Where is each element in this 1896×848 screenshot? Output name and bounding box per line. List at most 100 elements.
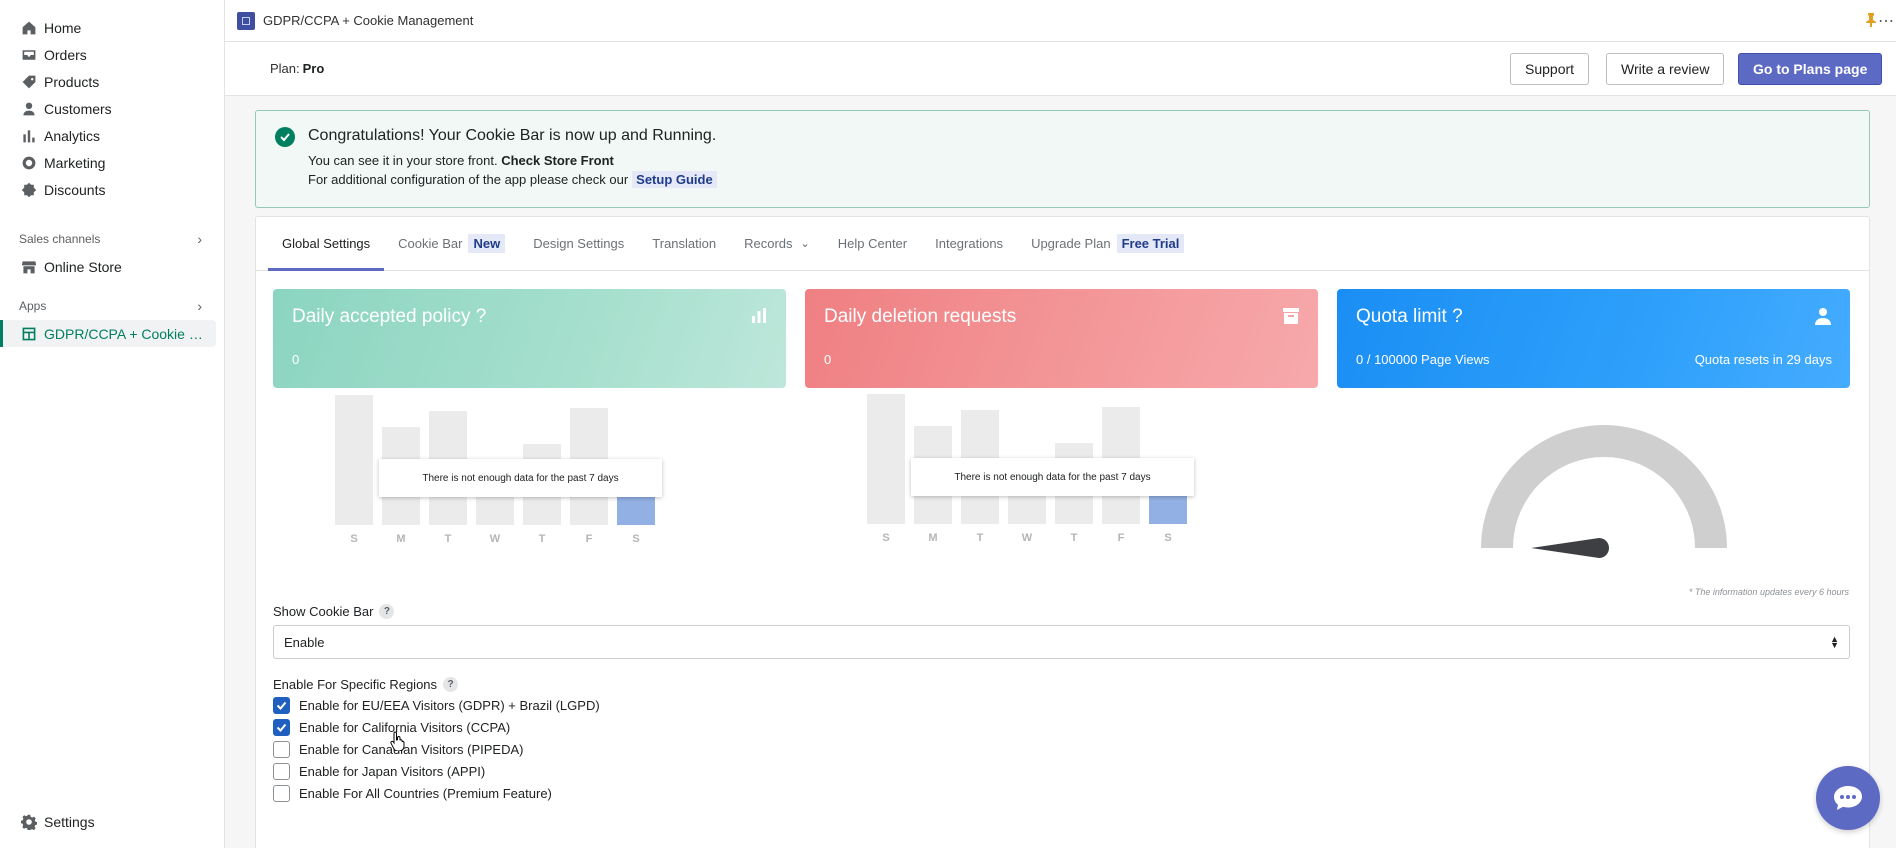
sidebar-item-orders[interactable]: Orders — [0, 41, 224, 68]
tab-help-center[interactable]: Help Center — [824, 216, 921, 270]
tab-label: Translation — [652, 235, 717, 251]
gauge-needle — [1531, 538, 1609, 558]
sidebar-item-label: GDPR/CCPA + Cookie Ma... — [44, 325, 214, 342]
region-label: Enable For All Countries (Premium Featur… — [299, 786, 552, 801]
chart-day-label: F — [585, 533, 593, 545]
chat-button[interactable] — [1816, 766, 1880, 830]
chart-day-label: T — [1070, 532, 1078, 544]
sidebar-item-settings[interactable]: Settings — [0, 808, 95, 835]
tab-cookie-bar[interactable]: Cookie Bar New — [384, 216, 519, 270]
chart-day-label: S — [882, 532, 890, 544]
go-to-plans-button[interactable]: Go to Plans page — [1738, 53, 1883, 85]
field-label-text: Enable For Specific Regions — [273, 677, 438, 692]
sidebar-item-label: Settings — [44, 813, 95, 830]
tab-design-settings[interactable]: Design Settings — [519, 216, 638, 270]
region-label: Enable for Japan Visitors (APPI) — [299, 764, 486, 779]
discount-icon — [20, 181, 38, 199]
chart-bar — [335, 395, 373, 525]
plan-bar: Plan: Pro Support Write a review Go to P… — [225, 42, 1896, 96]
tab-label: Records — [744, 235, 793, 251]
sidebar-item-online-store[interactable]: Online Store — [0, 253, 224, 280]
help-icon[interactable]: ? — [379, 604, 395, 619]
sidebar-item-analytics[interactable]: Analytics — [0, 122, 224, 149]
success-banner: Congratulations! Your Cookie Bar is now … — [255, 110, 1870, 208]
chart-day-label: T — [976, 532, 984, 544]
regions-label: Enable For Specific Regions ? — [273, 677, 459, 692]
sidebar-section-sales-channels[interactable]: Sales channels › — [0, 229, 224, 249]
bar-chart-icon — [20, 127, 38, 145]
setup-guide-link[interactable]: Setup Guide — [632, 171, 717, 188]
sidebar-item-label: Orders — [44, 46, 87, 63]
tab-records[interactable]: Records ⌄ — [730, 216, 824, 270]
sidebar-item-discounts[interactable]: Discounts — [0, 176, 224, 203]
region-checkbox[interactable] — [273, 741, 290, 758]
region-checkbox[interactable] — [273, 763, 290, 780]
chart-day-label: W — [489, 533, 501, 545]
archive-icon — [1283, 308, 1299, 324]
store-icon — [20, 258, 38, 276]
more-options-icon[interactable]: ⋯ — [1878, 11, 1894, 31]
chart-day-label: F — [1117, 532, 1125, 544]
settings-card: Global Settings Cookie Bar New Design Set… — [255, 216, 1870, 848]
region-label: Enable for Canadian Visitors (PIPEDA) — [299, 742, 524, 757]
region-checkbox[interactable] — [273, 719, 290, 736]
sidebar-section-label: Sales channels — [19, 232, 101, 246]
help-icon[interactable]: ? — [443, 677, 459, 692]
tab-translation[interactable]: Translation — [638, 216, 730, 270]
sidebar-item-marketing[interactable]: Marketing — [0, 149, 224, 176]
banner-line-1-text: You can see it in your store front. — [308, 153, 498, 168]
app-title: GDPR/CCPA + Cookie Management — [263, 13, 474, 28]
tab-global-settings[interactable]: Global Settings — [268, 216, 385, 271]
checkmark-circle-icon — [275, 127, 295, 147]
bar-chart-icon — [752, 308, 766, 323]
stat-title: Daily deletion requests — [824, 306, 1017, 327]
hand-cursor-icon — [390, 731, 405, 751]
chart-day-label: W — [1021, 532, 1033, 544]
write-review-button[interactable]: Write a review — [1606, 53, 1725, 85]
pin-icon[interactable] — [1866, 13, 1876, 27]
settings-tabs: Global Settings Cookie Bar New Design Set… — [256, 217, 1869, 271]
main-content: Congratulations! Your Cookie Bar is now … — [255, 110, 1870, 848]
sidebar-section-apps[interactable]: Apps › — [0, 296, 224, 316]
person-icon — [20, 100, 38, 118]
check-store-front-link[interactable]: Check Store Front — [501, 153, 614, 168]
region-label: Enable for EU/EEA Visitors (GDPR) + Braz… — [299, 698, 600, 713]
region-checkbox-row[interactable]: Enable For All Countries (Premium Featur… — [273, 785, 552, 802]
region-checkbox[interactable] — [273, 785, 290, 802]
quota-reset-text: Quota resets in 29 days — [1694, 352, 1832, 367]
sidebar-item-label: Customers — [44, 100, 112, 117]
region-checkbox[interactable] — [273, 697, 290, 714]
sidebar-item-products[interactable]: Products — [0, 68, 224, 95]
stat-value: 0 — [292, 352, 300, 367]
tab-label: Cookie Bar — [398, 235, 463, 251]
show-cookie-bar-label: Show Cookie Bar ? — [273, 604, 395, 619]
region-checkbox-row[interactable]: Enable for Japan Visitors (APPI) — [273, 763, 485, 780]
orders-icon — [20, 46, 38, 64]
region-checkbox-row[interactable]: Enable for EU/EEA Visitors (GDPR) + Braz… — [273, 697, 600, 714]
chart-day-label: T — [538, 533, 546, 545]
gauge-arc — [1481, 425, 1727, 548]
gear-icon — [20, 813, 38, 831]
chevron-down-icon: ⌄ — [800, 237, 810, 250]
banner-line-2-text: For additional configuration of the app … — [308, 172, 629, 187]
checkmark-icon — [276, 723, 287, 732]
free-trial-badge: Free Trial — [1116, 233, 1185, 253]
chart-bar — [867, 394, 905, 524]
sidebar-item-home[interactable]: Home — [0, 14, 224, 41]
app-icon — [20, 325, 38, 343]
chevron-right-icon: › — [197, 231, 202, 247]
sidebar-item-customers[interactable]: Customers — [0, 95, 224, 122]
tab-upgrade-plan[interactable]: Upgrade Plan Free Trial — [1017, 216, 1198, 270]
support-button[interactable]: Support — [1510, 53, 1590, 85]
tab-label: Global Settings — [282, 235, 371, 251]
show-cookie-bar-select[interactable]: Enable ▲ ▼ — [273, 625, 1850, 659]
info-update-note: * The information updates every 6 hours — [1688, 587, 1849, 597]
daily-deletion-card: Daily deletion requests 0 — [805, 289, 1318, 388]
sidebar-item-gdpr-app[interactable]: GDPR/CCPA + Cookie Ma... — [0, 320, 216, 347]
quota-gauge — [1481, 425, 1727, 558]
tag-icon — [20, 73, 38, 91]
sidebar-item-label: Online Store — [44, 258, 122, 275]
target-icon — [20, 154, 38, 172]
tab-integrations[interactable]: Integrations — [921, 216, 1017, 270]
app-title-bar: GDPR/CCPA + Cookie Management ⋯ — [225, 0, 1896, 42]
